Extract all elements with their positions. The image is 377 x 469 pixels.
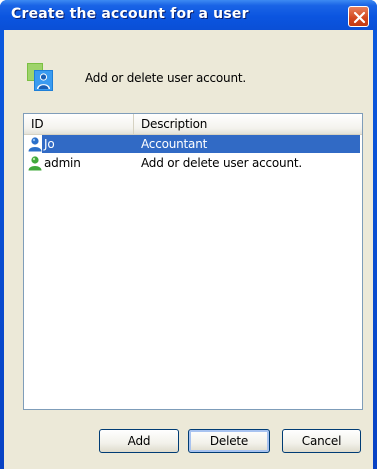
user-blue-icon — [28, 137, 42, 152]
list-header: ID Description — [24, 114, 362, 135]
column-header-id[interactable]: ID — [24, 114, 134, 134]
add-button[interactable]: Add — [99, 429, 179, 453]
window-title: Create the account for a user — [11, 6, 249, 22]
column-description-label: Description — [141, 117, 208, 131]
row-description: Add or delete user account. — [141, 156, 302, 170]
header-description: Add or delete user account. — [85, 71, 246, 85]
delete-button[interactable]: Delete — [188, 429, 270, 453]
row-id: Jo — [44, 137, 55, 151]
cancel-button[interactable]: Cancel — [282, 429, 361, 453]
title-bar[interactable]: Create the account for a user — [0, 0, 377, 30]
close-icon — [353, 11, 366, 24]
list-row[interactable]: admin Add or delete user account. — [24, 154, 362, 172]
row-description: Accountant — [141, 137, 208, 151]
user-account-icon — [27, 63, 53, 91]
list-row[interactable]: Jo Accountant — [24, 135, 362, 153]
column-id-label: ID — [31, 117, 44, 131]
row-id: admin — [44, 156, 81, 170]
user-list[interactable]: ID Description Jo Accountant admin Add o… — [23, 113, 363, 410]
close-button[interactable] — [348, 6, 369, 27]
user-green-icon — [28, 156, 42, 171]
column-header-description[interactable]: Description — [134, 114, 362, 134]
